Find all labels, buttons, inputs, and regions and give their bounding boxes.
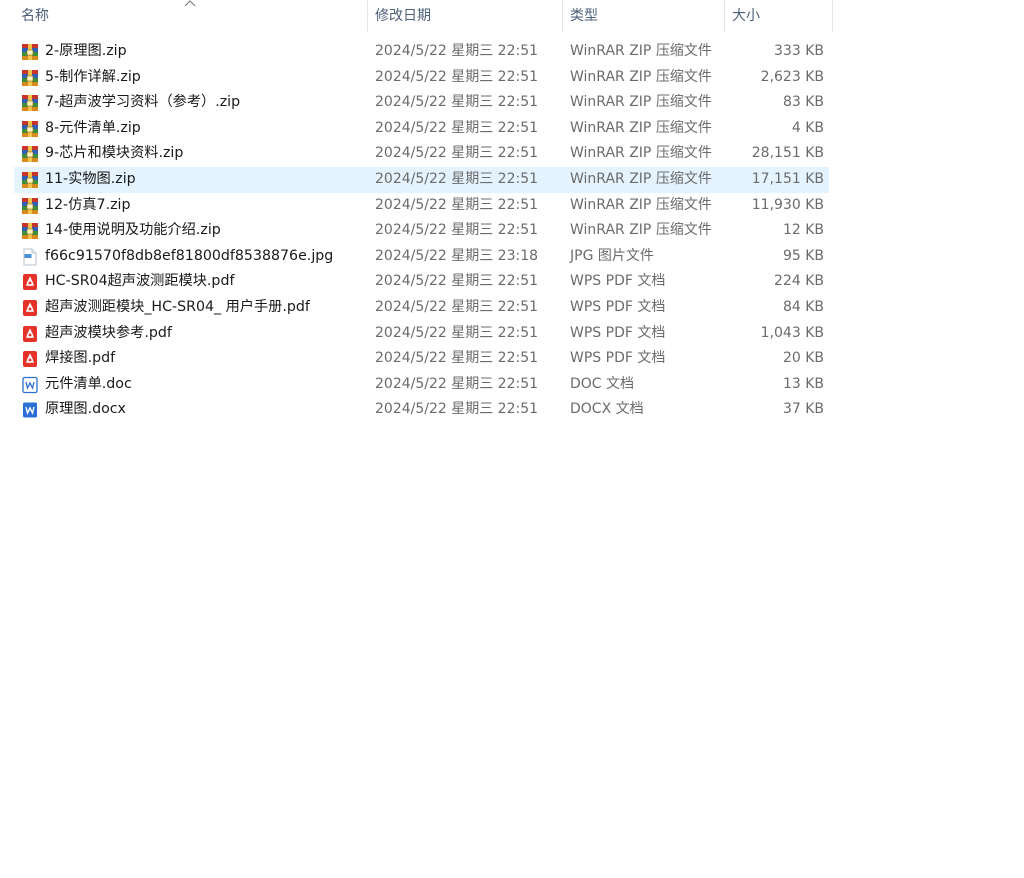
file-name: 超声波测距模块_HC-SR04_ 用户手册.pdf xyxy=(45,298,310,315)
file-type: WinRAR ZIP 压缩文件 xyxy=(570,222,712,239)
file-size: 1,043 KB xyxy=(760,324,824,341)
file-size: 2,623 KB xyxy=(760,68,824,85)
file-modified-date: 2024/5/22 星期三 22:51 xyxy=(375,145,539,162)
file-modified-date: 2024/5/22 星期三 22:51 xyxy=(375,273,539,290)
pdf-file-icon xyxy=(21,299,39,317)
file-type: WinRAR ZIP 压缩文件 xyxy=(570,94,712,111)
file-type: WPS PDF 文档 xyxy=(570,350,666,367)
column-header-date[interactable]: 修改日期 xyxy=(368,0,562,32)
file-row[interactable]: 元件清单.doc 2024/5/22 星期三 22:51 DOC 文档 13 KB xyxy=(14,372,829,398)
file-name: f66c91570f8db8ef81800df8538876e.jpg xyxy=(45,247,334,264)
file-name: 原理图.docx xyxy=(45,401,126,418)
file-modified-date: 2024/5/22 星期三 22:51 xyxy=(375,68,539,85)
pdf-file-icon xyxy=(21,325,39,343)
file-row[interactable]: 14-使用说明及功能介绍.zip 2024/5/22 星期三 22:51 WinRA… xyxy=(14,218,829,244)
file-size: 83 KB xyxy=(782,94,824,111)
file-row[interactable]: 2-原理图.zip 2024/5/22 星期三 22:51 WinRAR ZIP 压… xyxy=(14,39,829,65)
column-divider[interactable] xyxy=(832,0,833,32)
file-modified-date: 2024/5/22 星期三 22:51 xyxy=(375,119,539,136)
file-name: 12-仿真7.zip xyxy=(45,196,131,213)
file-name: HC-SR04超声波测距模块.pdf xyxy=(45,273,235,290)
file-name: 14-使用说明及功能介绍.zip xyxy=(45,222,221,239)
doc-file-icon xyxy=(21,376,39,394)
file-type: WPS PDF 文档 xyxy=(570,273,666,290)
file-type: WinRAR ZIP 压缩文件 xyxy=(570,196,712,213)
file-size: 13 KB xyxy=(782,375,824,392)
file-modified-date: 2024/5/22 星期三 22:51 xyxy=(375,196,539,213)
file-size: 4 KB xyxy=(791,119,824,136)
file-name: 5-制作详解.zip xyxy=(45,68,141,85)
file-size: 37 KB xyxy=(782,401,824,418)
file-size: 333 KB xyxy=(774,43,824,59)
file-size: 224 KB xyxy=(774,273,824,290)
file-row[interactable]: 超声波模块参考.pdf 2024/5/22 星期三 22:51 WPS PDF 文档… xyxy=(14,321,829,347)
file-name: 8-元件清单.zip xyxy=(45,119,141,136)
file-modified-date: 2024/5/22 星期三 22:51 xyxy=(375,94,539,111)
column-header-size[interactable]: 大小 xyxy=(725,0,833,32)
file-row[interactable]: 焊接图.pdf 2024/5/22 星期三 22:51 WPS PDF 文档 20 K… xyxy=(14,346,829,372)
file-modified-date: 2024/5/22 星期三 22:51 xyxy=(375,350,539,367)
file-name: 11-实物图.zip xyxy=(45,170,136,187)
file-type: WinRAR ZIP 压缩文件 xyxy=(570,43,712,59)
file-row[interactable]: 原理图.docx 2024/5/22 星期三 22:51 DOCX 文档 37 KB xyxy=(14,397,829,423)
file-type: WinRAR ZIP 压缩文件 xyxy=(570,145,712,162)
file-size: 95 KB xyxy=(782,247,824,264)
winrar-zip-icon xyxy=(21,145,39,163)
file-list: 2-原理图.zip 2024/5/22 星期三 22:51 WinRAR ZIP 压… xyxy=(14,39,829,423)
winrar-zip-icon xyxy=(21,222,39,240)
file-type: DOCX 文档 xyxy=(570,401,644,418)
file-type: WinRAR ZIP 压缩文件 xyxy=(570,68,712,85)
file-row[interactable]: 9-芯片和模块资料.zip 2024/5/22 星期三 22:51 WinRAR Z… xyxy=(14,141,829,167)
file-row[interactable]: 超声波测距模块_HC-SR04_ 用户手册.pdf 2024/5/22 星期三 2… xyxy=(14,295,829,321)
file-type: WPS PDF 文档 xyxy=(570,298,666,315)
file-type: WPS PDF 文档 xyxy=(570,324,666,341)
file-modified-date: 2024/5/22 星期三 22:51 xyxy=(375,298,539,315)
column-header-bar: 名称 修改日期 类型 大小 xyxy=(0,0,833,32)
file-modified-date: 2024/5/22 星期三 22:51 xyxy=(375,401,539,418)
file-row[interactable]: HC-SR04超声波测距模块.pdf 2024/5/22 星期三 22:51 WPS… xyxy=(14,269,829,295)
winrar-zip-icon xyxy=(21,197,39,215)
pdf-file-icon xyxy=(21,350,39,368)
file-size: 20 KB xyxy=(782,350,824,367)
sort-ascending-icon xyxy=(184,0,196,7)
file-size: 28,151 KB xyxy=(751,145,824,162)
file-row[interactable]: 12-仿真7.zip 2024/5/22 星期三 22:51 WinRAR ZIP … xyxy=(14,193,829,219)
file-modified-date: 2024/5/22 星期三 23:18 xyxy=(375,247,539,264)
winrar-zip-icon xyxy=(21,69,39,87)
docx-file-icon xyxy=(21,401,39,419)
file-name: 9-芯片和模块资料.zip xyxy=(45,145,184,162)
file-modified-date: 2024/5/22 星期三 22:51 xyxy=(375,375,539,392)
file-row[interactable]: 8-元件清单.zip 2024/5/22 星期三 22:51 WinRAR ZIP … xyxy=(14,116,829,142)
file-type: JPG 图片文件 xyxy=(570,247,654,264)
winrar-zip-icon xyxy=(21,120,39,138)
file-type: WinRAR ZIP 压缩文件 xyxy=(570,119,712,136)
file-row[interactable]: 7-超声波学习资料（参考）.zip 2024/5/22 星期三 22:51 WinR… xyxy=(14,90,829,116)
winrar-zip-icon xyxy=(21,171,39,189)
file-row[interactable]: f66c91570f8db8ef81800df8538876e.jpg 2024/… xyxy=(14,244,829,270)
file-size: 17,151 KB xyxy=(751,170,824,187)
file-size: 11,930 KB xyxy=(751,196,824,213)
file-type: WinRAR ZIP 压缩文件 xyxy=(570,170,712,187)
winrar-zip-icon xyxy=(21,94,39,112)
file-modified-date: 2024/5/22 星期三 22:51 xyxy=(375,170,539,187)
file-name: 7-超声波学习资料（参考）.zip xyxy=(45,94,241,111)
winrar-zip-icon xyxy=(21,43,39,61)
file-type: DOC 文档 xyxy=(570,375,635,392)
file-row[interactable]: 11-实物图.zip 2024/5/22 星期三 22:51 WinRAR ZIP … xyxy=(14,166,829,193)
file-name: 超声波模块参考.pdf xyxy=(45,324,172,341)
file-name: 焊接图.pdf xyxy=(45,350,116,367)
file-modified-date: 2024/5/22 星期三 22:51 xyxy=(375,324,539,341)
file-modified-date: 2024/5/22 星期三 22:51 xyxy=(375,43,539,59)
column-header-type[interactable]: 类型 xyxy=(563,0,724,32)
file-size: 12 KB xyxy=(782,222,824,239)
file-name: 2-原理图.zip xyxy=(45,43,127,59)
file-modified-date: 2024/5/22 星期三 22:51 xyxy=(375,222,539,239)
file-name: 元件清单.doc xyxy=(45,375,132,392)
pdf-file-icon xyxy=(21,273,39,291)
image-file-icon xyxy=(21,248,39,266)
file-size: 84 KB xyxy=(782,298,824,315)
file-row[interactable]: 5-制作详解.zip 2024/5/22 星期三 22:51 WinRAR ZIP … xyxy=(14,65,829,91)
